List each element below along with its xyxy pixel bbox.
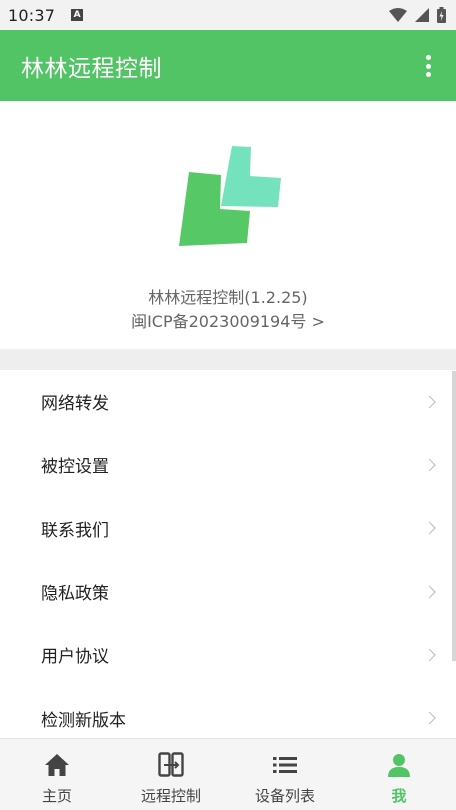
menu-item-controlled-settings[interactable]: 被控设置 [0, 433, 456, 496]
scrollbar[interactable] [452, 371, 456, 661]
nav-item-remote-control[interactable]: 远程控制 [114, 739, 228, 810]
chevron-right-icon [423, 395, 436, 409]
list-icon [272, 752, 298, 778]
menu-item-label: 用户协议 [41, 647, 109, 668]
chevron-right-icon [423, 648, 436, 662]
nav-label: 主页 [41, 787, 72, 805]
nav-item-device-list[interactable]: 设备列表 [228, 739, 342, 810]
nav-item-home[interactable]: 主页 [0, 739, 114, 810]
remote-control-icon [158, 752, 184, 778]
menu-item-label: 网络转发 [41, 394, 109, 415]
chevron-right-icon [423, 458, 436, 472]
wifi-icon [389, 8, 407, 22]
chevron-right-icon [423, 585, 436, 598]
app-bar: 林林远程控制 [0, 30, 456, 101]
nav-label: 我 [391, 787, 407, 805]
home-icon [44, 752, 70, 778]
menu-item-label: 检测新版本 [41, 710, 126, 731]
menu-item-label: 联系我们 [41, 520, 109, 541]
app-logo [179, 146, 281, 246]
menu-item-label: 被控设置 [41, 457, 109, 478]
menu-item-contact-us[interactable]: 联系我们 [0, 497, 456, 560]
icp-link[interactable]: 闽ICP备2023009194号 > [0, 308, 456, 332]
app-title: 林林远程控制 [21, 55, 162, 82]
chevron-right-icon [423, 521, 436, 535]
nav-label: 设备列表 [254, 787, 315, 805]
status-time: 10:37 [8, 5, 56, 25]
bottom-navigation: 主页 远程控制 设备列表 我 [0, 738, 456, 810]
status-indicators [389, 7, 446, 23]
more-options-icon[interactable] [418, 54, 438, 78]
person-icon [386, 752, 412, 778]
chevron-right-icon [423, 711, 436, 725]
menu-item-network-forwarding[interactable]: 网络转发 [0, 370, 456, 433]
nav-item-me[interactable]: 我 [342, 739, 456, 810]
section-divider [0, 349, 456, 370]
app-version: 林林远程控制(1.2.25) [148, 288, 308, 307]
settings-menu: 网络转发 被控设置 联系我们 隐私政策 用户协议 检测新版本 [0, 370, 456, 738]
menu-item-check-update[interactable]: 检测新版本 [0, 686, 456, 738]
about-section: 林林远程控制(1.2.25) 闽ICP备2023009194号 > [0, 101, 456, 349]
menu-item-user-agreement[interactable]: 用户协议 [0, 623, 456, 686]
notification-icon: A [71, 9, 84, 21]
menu-item-privacy-policy[interactable]: 隐私政策 [0, 560, 456, 623]
signal-icon [415, 8, 429, 22]
battery-icon [437, 7, 446, 23]
menu-item-label: 隐私政策 [41, 584, 109, 605]
status-bar: 10:37 A [0, 0, 456, 30]
nav-label: 远程控制 [140, 787, 201, 805]
